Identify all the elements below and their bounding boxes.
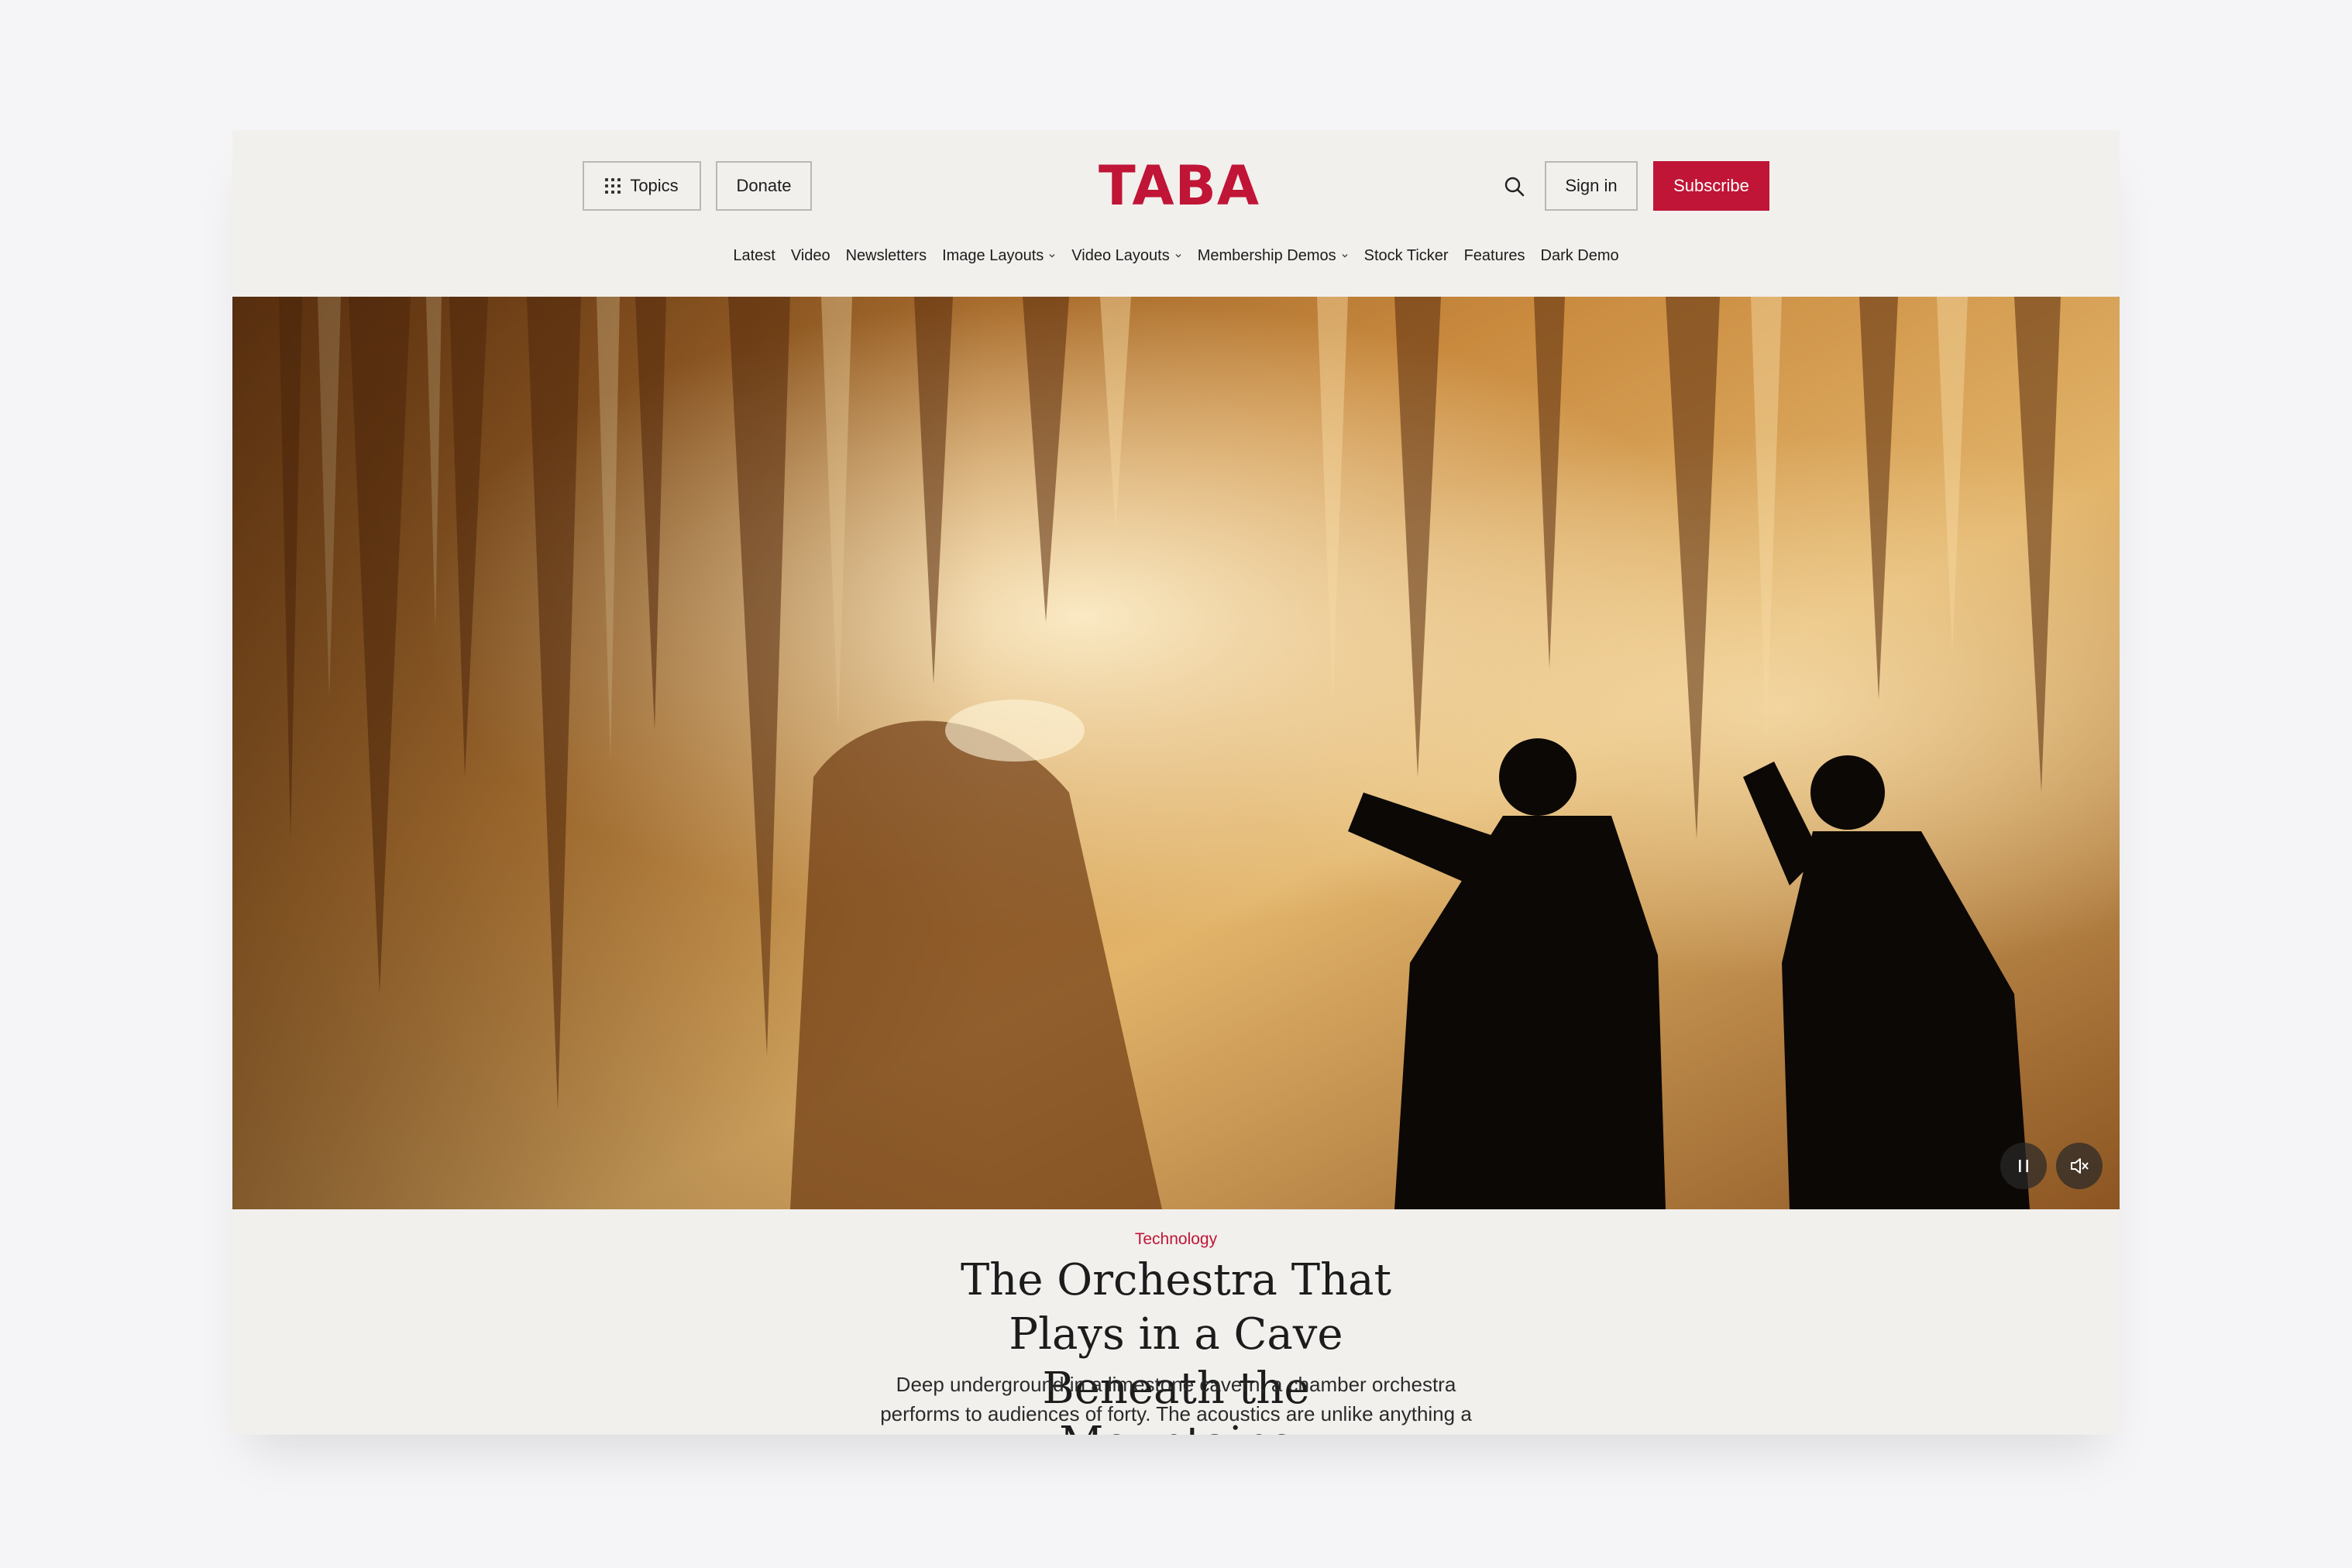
sign-in-label: Sign in [1565, 176, 1618, 195]
nav-item-label: Video [790, 246, 830, 264]
nav-item-label: Newsletters [845, 246, 927, 264]
article-dek: Deep underground in a limestone cavern, … [880, 1373, 1472, 1435]
nav-item-image-layouts[interactable]: Image Layouts [942, 247, 1056, 265]
page-frame: Topics Donate TABA Sign in Subscribe Lat… [232, 130, 2120, 1435]
donate-label: Donate [736, 176, 792, 195]
nav-item-features[interactable]: Features [1464, 247, 1525, 265]
nav-item-label: Image Layouts [942, 246, 1044, 264]
nav-item-video-layouts[interactable]: Video Layouts [1071, 247, 1181, 265]
nav-item-label: Stock Ticker [1363, 246, 1449, 264]
hero-video[interactable] [232, 297, 2120, 1209]
main-nav: Latest Video Newsletters Image Layouts V… [232, 240, 2120, 271]
site-logo[interactable]: TABA [1099, 158, 1259, 214]
site-header: Topics Donate TABA Sign in Subscribe Lat… [232, 130, 2120, 297]
mute-icon [2071, 1158, 2089, 1174]
nav-item-newsletters[interactable]: Newsletters [846, 247, 927, 265]
search-icon[interactable] [1503, 175, 1526, 198]
pause-button[interactable] [2000, 1143, 2047, 1189]
nav-item-video[interactable]: Video [791, 247, 830, 265]
nav-item-label: Dark Demo [1540, 246, 1619, 264]
article-category[interactable]: Technology [232, 1230, 2120, 1249]
topics-button[interactable]: Topics [583, 161, 701, 211]
grid-icon [605, 178, 621, 194]
nav-item-dark-demo[interactable]: Dark Demo [1541, 247, 1619, 265]
hero-video-frame [232, 297, 2120, 1209]
donate-button[interactable]: Donate [716, 161, 812, 211]
pause-icon [2019, 1160, 2028, 1172]
subscribe-label: Subscribe [1673, 176, 1749, 195]
nav-item-label: Membership Demos [1197, 246, 1336, 264]
chevron-down-icon [1342, 254, 1348, 258]
sign-in-button[interactable]: Sign in [1545, 161, 1638, 211]
nav-item-latest[interactable]: Latest [733, 247, 775, 265]
topics-label: Topics [630, 176, 679, 195]
chevron-down-icon [1175, 254, 1181, 258]
nav-item-stock-ticker[interactable]: Stock Ticker [1364, 247, 1449, 265]
subscribe-button[interactable]: Subscribe [1653, 161, 1769, 211]
nav-item-label: Video Layouts [1071, 246, 1170, 264]
mute-button[interactable] [2056, 1143, 2103, 1189]
nav-item-label: Latest [733, 246, 775, 264]
nav-item-label: Features [1463, 246, 1525, 264]
nav-item-membership-demos[interactable]: Membership Demos [1198, 247, 1349, 265]
chevron-down-icon [1049, 254, 1055, 258]
